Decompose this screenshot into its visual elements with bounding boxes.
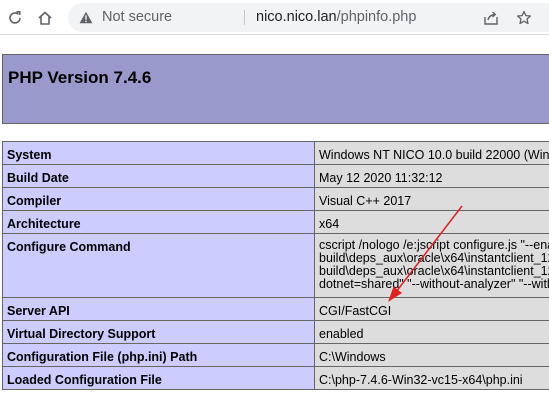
row-key: Configure Command xyxy=(2,233,315,298)
security-label[interactable]: Not secure xyxy=(102,3,172,32)
phpinfo-table: System Windows NT NICO 10.0 build 22000 … xyxy=(2,141,549,390)
address-separator xyxy=(244,10,245,25)
table-row: System Windows NT NICO 10.0 build 22000 … xyxy=(2,141,549,165)
phpinfo-page: PHP Version 7.4.6 System Windows NT NICO… xyxy=(0,36,549,397)
row-key: Compiler xyxy=(2,187,315,211)
row-value: Visual C++ 2017 xyxy=(314,187,549,211)
url-text[interactable]: nico.nico.lan/phpinfo.php xyxy=(256,3,416,32)
home-icon[interactable] xyxy=(34,0,56,35)
row-key: Loaded Configuration File xyxy=(2,366,315,390)
row-value: enabled xyxy=(314,320,549,344)
reload-icon[interactable] xyxy=(4,0,26,35)
page-title: PHP Version 7.4.6 xyxy=(8,68,152,87)
table-row: Server API CGI/FastCGI xyxy=(2,297,549,321)
row-value: x64 xyxy=(314,210,549,234)
table-row: Configuration File (php.ini) Path C:\Win… xyxy=(2,343,549,367)
row-value: cscript /nologo /e:jscript configure.js … xyxy=(314,233,549,298)
table-row: Build Date May 12 2020 11:32:12 xyxy=(2,164,549,188)
table-row: Loaded Configuration File C:\php-7.4.6-W… xyxy=(2,366,549,390)
table-row: Architecture x64 xyxy=(2,210,549,234)
address-bar[interactable]: Not secure nico.nico.lan/phpinfo.php xyxy=(68,3,549,32)
row-key: Virtual Directory Support xyxy=(2,320,315,344)
row-value: C:\Windows xyxy=(314,343,549,367)
browser-toolbar: Not secure nico.nico.lan/phpinfo.php xyxy=(0,0,549,35)
row-key: System xyxy=(2,141,315,165)
warning-icon[interactable] xyxy=(79,3,93,32)
php-version-header xyxy=(2,54,549,124)
row-value: C:\php-7.4.6-Win32-vc15-x64\php.ini xyxy=(314,366,549,390)
url-host: nico.nico.lan xyxy=(256,9,337,25)
table-row: Configure Command cscript /nologo /e:jsc… xyxy=(2,233,549,298)
row-value: May 12 2020 11:32:12 xyxy=(314,164,549,188)
row-key: Build Date xyxy=(2,164,315,188)
share-icon[interactable] xyxy=(481,3,501,32)
table-row: Virtual Directory Support enabled xyxy=(2,320,549,344)
bookmark-star-icon[interactable] xyxy=(514,3,534,32)
row-value: CGI/FastCGI xyxy=(314,297,549,321)
url-path: /phpinfo.php xyxy=(336,9,417,25)
table-row: Compiler Visual C++ 2017 xyxy=(2,187,549,211)
row-key: Server API xyxy=(2,297,315,321)
row-value: Windows NT NICO 10.0 build 22000 (Windo xyxy=(314,141,549,165)
row-key: Configuration File (php.ini) Path xyxy=(2,343,315,367)
row-key: Architecture xyxy=(2,210,315,234)
